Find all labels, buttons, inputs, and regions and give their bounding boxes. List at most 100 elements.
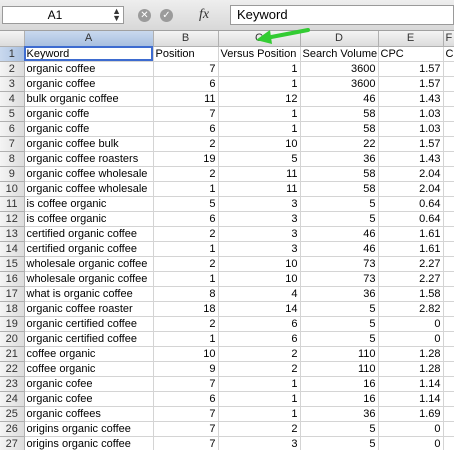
cell[interactable] <box>443 211 454 227</box>
cell[interactable] <box>443 61 454 77</box>
cell[interactable]: organic coffe <box>24 106 154 122</box>
cell[interactable]: 6 <box>153 76 219 92</box>
column-header[interactable]: D <box>300 31 379 47</box>
cell[interactable]: 4 <box>218 286 301 302</box>
cell[interactable] <box>443 361 454 377</box>
cell[interactable]: 1.57 <box>378 61 444 77</box>
cell[interactable]: coffee organic <box>24 361 154 377</box>
row-header[interactable]: 10 <box>0 181 25 197</box>
cell[interactable]: 110 <box>300 361 379 377</box>
cell[interactable]: organic coffe <box>24 121 154 137</box>
cell[interactable]: 7 <box>153 376 219 392</box>
cell[interactable]: 36 <box>300 286 379 302</box>
cell[interactable]: coffee organic <box>24 346 154 362</box>
cell[interactable]: organic coffee wholesale <box>24 166 154 182</box>
cell[interactable]: 46 <box>300 241 379 257</box>
cell[interactable]: wholesale organic coffee <box>24 256 154 272</box>
cell[interactable]: 3 <box>218 436 301 450</box>
cell[interactable]: 5 <box>300 301 379 317</box>
cell[interactable]: 2.27 <box>378 271 444 287</box>
cell[interactable] <box>443 376 454 392</box>
cell[interactable]: 5 <box>300 436 379 450</box>
cell[interactable]: 1 <box>153 271 219 287</box>
row-header[interactable]: 1 <box>0 46 25 62</box>
cell[interactable] <box>443 301 454 317</box>
cell[interactable]: 58 <box>300 181 379 197</box>
cell[interactable]: 1.14 <box>378 391 444 407</box>
row-header[interactable]: 6 <box>0 121 25 137</box>
cell[interactable]: 2.04 <box>378 181 444 197</box>
cell[interactable] <box>443 406 454 422</box>
row-header[interactable]: 13 <box>0 226 25 242</box>
cell[interactable]: 3 <box>218 226 301 242</box>
cell[interactable]: 1 <box>153 241 219 257</box>
select-all-corner[interactable] <box>0 31 25 47</box>
row-header[interactable]: 7 <box>0 136 25 152</box>
cell[interactable]: 2 <box>153 256 219 272</box>
cell[interactable]: 8 <box>153 286 219 302</box>
cancel-icon[interactable]: ✕ <box>138 9 151 22</box>
cell[interactable]: 36 <box>300 406 379 422</box>
cell[interactable]: 22 <box>300 136 379 152</box>
cell[interactable]: certified organic coffee <box>24 241 154 257</box>
header-cell[interactable]: Versus Position <box>218 46 301 62</box>
cell[interactable]: 3 <box>218 211 301 227</box>
cell[interactable]: 5 <box>300 211 379 227</box>
column-header[interactable]: B <box>153 31 219 47</box>
cell[interactable]: 1.43 <box>378 151 444 167</box>
cell[interactable]: 5 <box>300 331 379 347</box>
cell[interactable]: 19 <box>153 151 219 167</box>
cell[interactable]: 1.57 <box>378 136 444 152</box>
cell[interactable]: 1 <box>218 106 301 122</box>
cell[interactable]: 1.28 <box>378 361 444 377</box>
row-header[interactable]: 18 <box>0 301 25 317</box>
cell[interactable]: 58 <box>300 166 379 182</box>
cell[interactable]: 7 <box>153 61 219 77</box>
cell[interactable]: 14 <box>218 301 301 317</box>
cell[interactable]: 9 <box>153 361 219 377</box>
cell[interactable]: 2.04 <box>378 166 444 182</box>
cell[interactable]: 16 <box>300 376 379 392</box>
cell[interactable]: 1 <box>153 181 219 197</box>
header-cell[interactable]: C <box>443 46 454 62</box>
cell[interactable]: 16 <box>300 391 379 407</box>
row-header[interactable]: 8 <box>0 151 25 167</box>
cell[interactable]: 1.58 <box>378 286 444 302</box>
column-header[interactable]: C <box>218 31 301 47</box>
column-header[interactable]: E <box>378 31 444 47</box>
row-header[interactable]: 15 <box>0 256 25 272</box>
cell[interactable] <box>443 106 454 122</box>
cell[interactable] <box>443 286 454 302</box>
cell[interactable]: organic coffee <box>24 61 154 77</box>
cell[interactable]: organic coffee roasters <box>24 151 154 167</box>
cell[interactable]: 3 <box>218 241 301 257</box>
cell[interactable] <box>443 256 454 272</box>
cell[interactable]: 0.64 <box>378 211 444 227</box>
cell[interactable]: 5 <box>153 196 219 212</box>
cell[interactable]: 73 <box>300 271 379 287</box>
cell[interactable]: wholesale organic coffee <box>24 271 154 287</box>
cell[interactable] <box>443 91 454 107</box>
row-header[interactable]: 24 <box>0 391 25 407</box>
column-header[interactable]: F <box>443 31 454 47</box>
cell[interactable]: organic certified coffee <box>24 331 154 347</box>
cell[interactable]: 11 <box>153 91 219 107</box>
cell[interactable]: 1.61 <box>378 241 444 257</box>
cell[interactable]: 0 <box>378 436 444 450</box>
cell[interactable] <box>443 151 454 167</box>
cell[interactable] <box>443 166 454 182</box>
formula-input[interactable]: Keyword <box>230 5 454 25</box>
cell[interactable]: 11 <box>218 181 301 197</box>
cell[interactable]: 1 <box>218 76 301 92</box>
cell[interactable]: 0 <box>378 421 444 437</box>
cell[interactable]: 10 <box>153 346 219 362</box>
cell[interactable]: 10 <box>218 271 301 287</box>
header-cell[interactable]: Keyword <box>24 46 154 62</box>
cell[interactable]: 3600 <box>300 76 379 92</box>
header-cell[interactable]: Position <box>153 46 219 62</box>
cell[interactable]: 3600 <box>300 61 379 77</box>
row-header[interactable]: 25 <box>0 406 25 422</box>
cell[interactable]: 7 <box>153 106 219 122</box>
cell[interactable]: 6 <box>153 391 219 407</box>
row-header[interactable]: 17 <box>0 286 25 302</box>
